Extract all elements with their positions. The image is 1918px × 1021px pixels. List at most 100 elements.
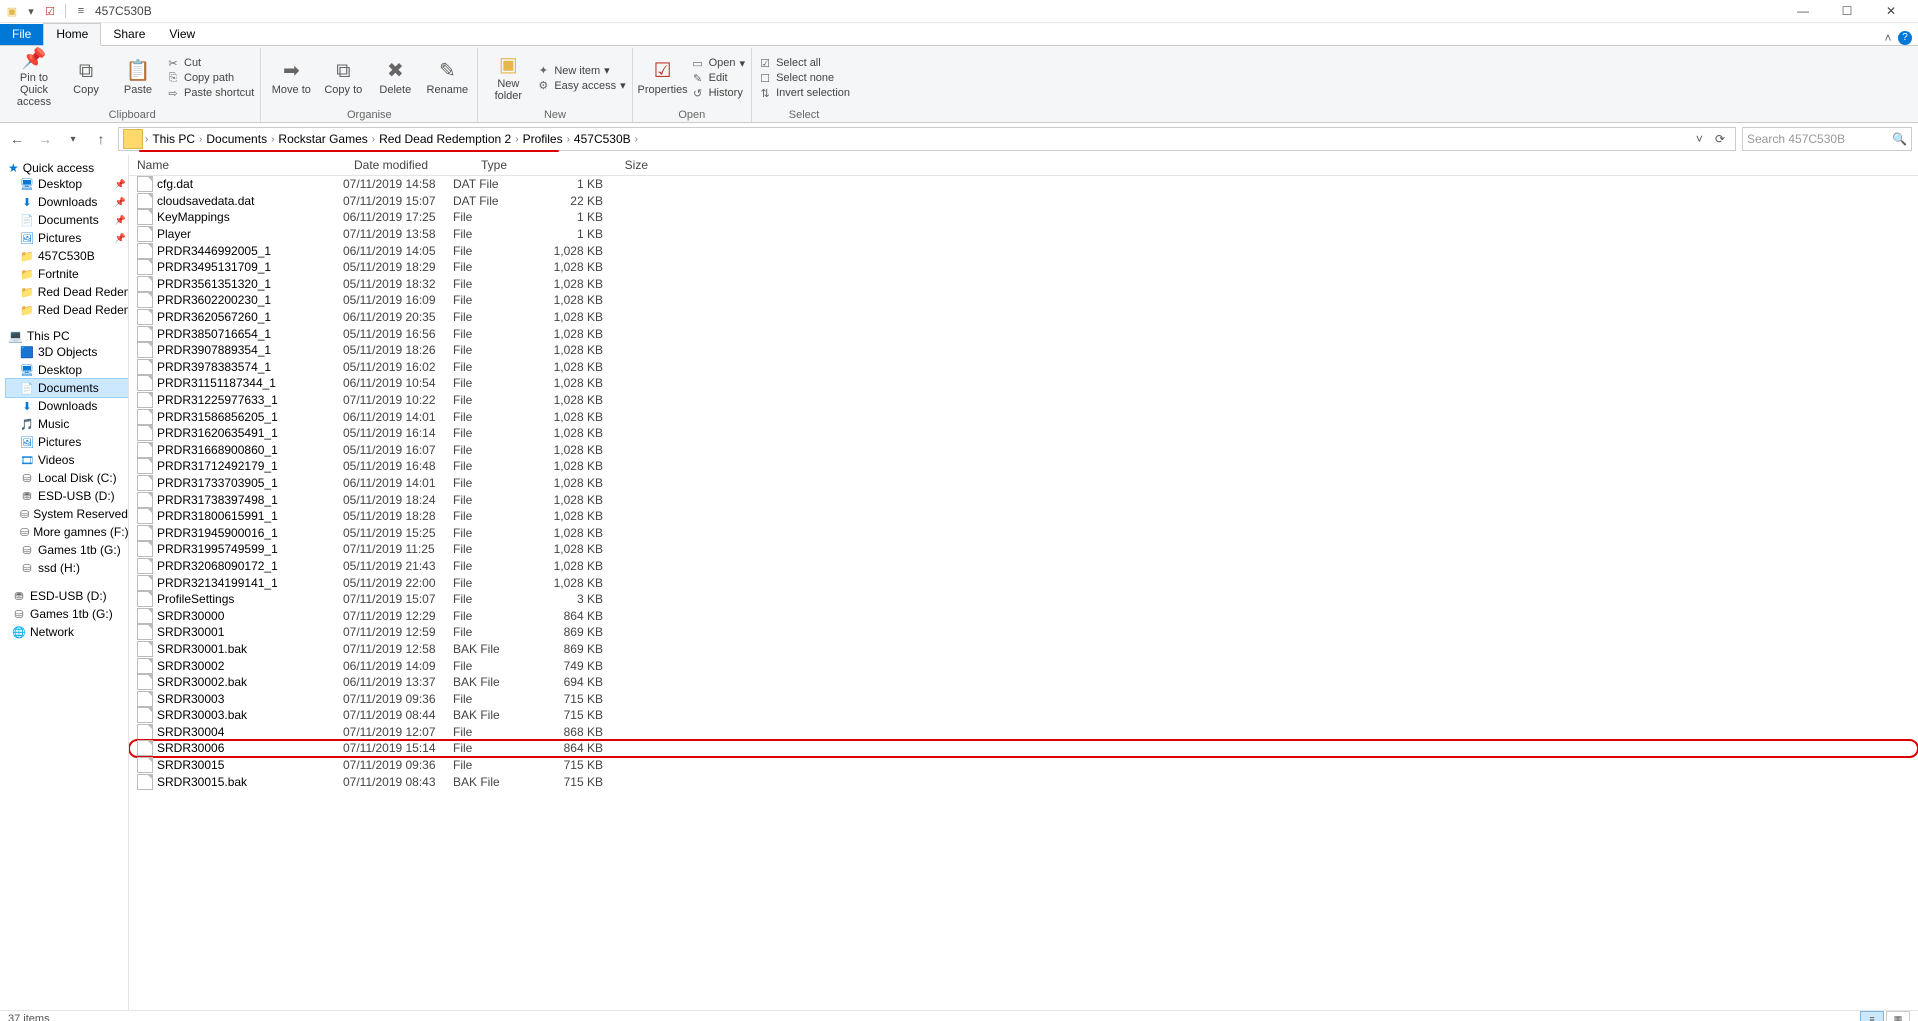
table-row[interactable]: cfg.dat 07/11/2019 14:58 DAT File 1 KB <box>129 176 1918 193</box>
paste-button[interactable]: 📋 Paste <box>114 60 162 96</box>
new-item-button[interactable]: ✦New item ▾ <box>536 64 625 77</box>
col-size[interactable]: Size <box>580 158 657 172</box>
nav-item[interactable]: ⬇ Downloads <box>6 397 128 415</box>
nav-this-pc[interactable]: 💻This PC <box>6 329 128 343</box>
select-all-button[interactable]: ☑Select all <box>758 57 850 70</box>
select-none-button[interactable]: ☐Select none <box>758 72 850 85</box>
tab-share[interactable]: Share <box>101 24 157 45</box>
details-view-button[interactable]: ≡ <box>1860 1011 1884 1021</box>
copy-button[interactable]: ⧉ Copy <box>62 60 110 96</box>
col-name[interactable]: Name <box>129 158 346 172</box>
table-row[interactable]: PRDR31586856205_1 06/11/2019 14:01 File … <box>129 408 1918 425</box>
edit-button[interactable]: ✎Edit <box>691 72 745 85</box>
nav-item[interactable]: ⛁ ssd (H:) <box>6 559 128 577</box>
table-row[interactable]: PRDR31668900860_1 05/11/2019 16:07 File … <box>129 442 1918 459</box>
recent-button[interactable]: ▾ <box>62 128 84 150</box>
table-row[interactable]: SRDR30001 07/11/2019 12:59 File 869 KB <box>129 624 1918 641</box>
table-row[interactable]: PRDR31945900016_1 05/11/2019 15:25 File … <box>129 524 1918 541</box>
collapse-ribbon-button[interactable]: ˄ <box>1878 31 1898 45</box>
table-row[interactable]: SRDR30015.bak 07/11/2019 08:43 BAK File … <box>129 773 1918 790</box>
back-button[interactable]: ← <box>6 128 28 150</box>
table-row[interactable]: PRDR31712492179_1 05/11/2019 16:48 File … <box>129 458 1918 475</box>
table-row[interactable]: PRDR31738397498_1 05/11/2019 18:24 File … <box>129 491 1918 508</box>
refresh-button[interactable]: ⟳ <box>1707 132 1733 146</box>
nav-item[interactable]: 🟦 3D Objects <box>6 343 128 361</box>
nav-quick-access[interactable]: ★Quick access <box>6 161 128 175</box>
table-row[interactable]: KeyMappings 06/11/2019 17:25 File 1 KB <box>129 209 1918 226</box>
table-row[interactable]: PRDR31151187344_1 06/11/2019 10:54 File … <box>129 375 1918 392</box>
col-modified[interactable]: Date modified <box>346 158 473 172</box>
nav-item[interactable]: 📁 457C530B <box>6 247 128 265</box>
table-row[interactable]: SRDR30000 07/11/2019 12:29 File 864 KB <box>129 607 1918 624</box>
nav-item[interactable]: 📁 Fortnite <box>6 265 128 283</box>
table-row[interactable]: PRDR3620567260_1 06/11/2019 20:35 File 1… <box>129 309 1918 326</box>
table-row[interactable]: cloudsavedata.dat 07/11/2019 15:07 DAT F… <box>129 193 1918 210</box>
delete-button[interactable]: ✖Delete <box>371 60 419 96</box>
table-row[interactable]: Player 07/11/2019 13:58 File 1 KB <box>129 226 1918 243</box>
tab-home[interactable]: Home <box>43 23 101 46</box>
nav-item[interactable]: ⛁ Local Disk (C:) <box>6 469 128 487</box>
overflow-icon[interactable]: ≡ <box>73 3 89 19</box>
table-row[interactable]: PRDR3495131709_1 05/11/2019 18:29 File 1… <box>129 259 1918 276</box>
chevron-right-icon[interactable]: › <box>635 134 638 145</box>
properties-button[interactable]: ☑Properties <box>639 60 687 96</box>
copy-to-button[interactable]: ⧉Copy to <box>319 60 367 96</box>
breadcrumb-item[interactable]: Red Dead Redemption 2 <box>375 132 515 146</box>
breadcrumb-item[interactable]: 457C530B <box>570 132 635 146</box>
table-row[interactable]: PRDR31995749599_1 07/11/2019 11:25 File … <box>129 541 1918 558</box>
breadcrumb-item[interactable]: Rockstar Games <box>274 132 371 146</box>
nav-item[interactable]: 🖼 Pictures <box>6 433 128 451</box>
nav-item[interactable]: 🌐 Network <box>6 623 128 641</box>
nav-item[interactable]: 📁 Red Dead Redempti <box>6 283 128 301</box>
nav-item[interactable]: ⬇ Downloads 📌 <box>6 193 128 211</box>
table-row[interactable]: SRDR30015 07/11/2019 09:36 File 715 KB <box>129 757 1918 774</box>
nav-item[interactable]: 📄 Documents <box>6 379 128 397</box>
table-row[interactable]: PRDR3907889354_1 05/11/2019 18:26 File 1… <box>129 342 1918 359</box>
new-folder-button[interactable]: ▣New folder <box>484 54 532 102</box>
tab-view[interactable]: View <box>157 24 207 45</box>
nav-item[interactable]: ⛁ More gamnes (F:) <box>6 523 128 541</box>
cut-button[interactable]: ✂Cut <box>166 57 254 70</box>
icons-view-button[interactable]: ▦ <box>1886 1011 1910 1021</box>
address-bar[interactable]: › This PC›Documents›Rockstar Games›Red D… <box>118 127 1736 151</box>
easy-access-button[interactable]: ⚙Easy access ▾ <box>536 79 625 92</box>
breadcrumb-item[interactable]: This PC <box>148 132 199 146</box>
history-button[interactable]: ↺History <box>691 87 745 100</box>
table-row[interactable]: PRDR32134199141_1 05/11/2019 22:00 File … <box>129 574 1918 591</box>
nav-item[interactable]: 📄 Documents 📌 <box>6 211 128 229</box>
table-row[interactable]: PRDR31225977633_1 07/11/2019 10:22 File … <box>129 392 1918 409</box>
breadcrumb-item[interactable]: Profiles <box>519 132 567 146</box>
help-button[interactable]: ? <box>1898 31 1912 45</box>
copy-path-button[interactable]: ⎘Copy path <box>166 72 254 85</box>
file-list[interactable]: cfg.dat 07/11/2019 14:58 DAT File 1 KB c… <box>129 176 1918 1010</box>
table-row[interactable]: PRDR32068090172_1 05/11/2019 21:43 File … <box>129 558 1918 575</box>
minimize-button[interactable]: — <box>1786 4 1820 18</box>
col-type[interactable]: Type <box>473 158 580 172</box>
rename-button[interactable]: ✎Rename <box>423 60 471 96</box>
table-row[interactable]: SRDR30003.bak 07/11/2019 08:44 BAK File … <box>129 707 1918 724</box>
table-row[interactable]: SRDR30003 07/11/2019 09:36 File 715 KB <box>129 690 1918 707</box>
table-row[interactable]: SRDR30001.bak 07/11/2019 12:58 BAK File … <box>129 641 1918 658</box>
tab-file[interactable]: File <box>0 24 43 45</box>
expand-qat-icon[interactable]: ▾ <box>23 3 39 19</box>
open-button[interactable]: ▭Open ▾ <box>691 57 745 70</box>
nav-item[interactable]: ⛃ ESD-USB (D:) <box>6 587 128 605</box>
nav-item[interactable]: ⛁ System Reserved (E: <box>6 505 128 523</box>
table-row[interactable]: PRDR31620635491_1 05/11/2019 16:14 File … <box>129 425 1918 442</box>
table-row[interactable]: PRDR3561351320_1 05/11/2019 18:32 File 1… <box>129 276 1918 293</box>
invert-selection-button[interactable]: ⇅Invert selection <box>758 87 850 100</box>
nav-item[interactable]: 🎞 Videos <box>6 451 128 469</box>
properties-icon[interactable]: ☑ <box>42 3 58 19</box>
table-row[interactable]: PRDR31733703905_1 06/11/2019 14:01 File … <box>129 475 1918 492</box>
up-button[interactable]: ↑ <box>90 128 112 150</box>
close-button[interactable]: ✕ <box>1874 4 1908 18</box>
maximize-button[interactable]: ☐ <box>1830 4 1864 18</box>
nav-item[interactable]: 📁 Red Dead Redempti <box>6 301 128 319</box>
breadcrumb-item[interactable]: Documents <box>202 132 271 146</box>
table-row[interactable]: PRDR3850716654_1 05/11/2019 16:56 File 1… <box>129 325 1918 342</box>
table-row[interactable]: PRDR3446992005_1 06/11/2019 14:05 File 1… <box>129 242 1918 259</box>
pin-to-quick-access-button[interactable]: 📌 Pin to Quick access <box>10 48 58 108</box>
forward-button[interactable]: → <box>34 128 56 150</box>
move-to-button[interactable]: ➡Move to <box>267 60 315 96</box>
nav-item[interactable]: ⛁ Games 1tb (G:) <box>6 605 128 623</box>
